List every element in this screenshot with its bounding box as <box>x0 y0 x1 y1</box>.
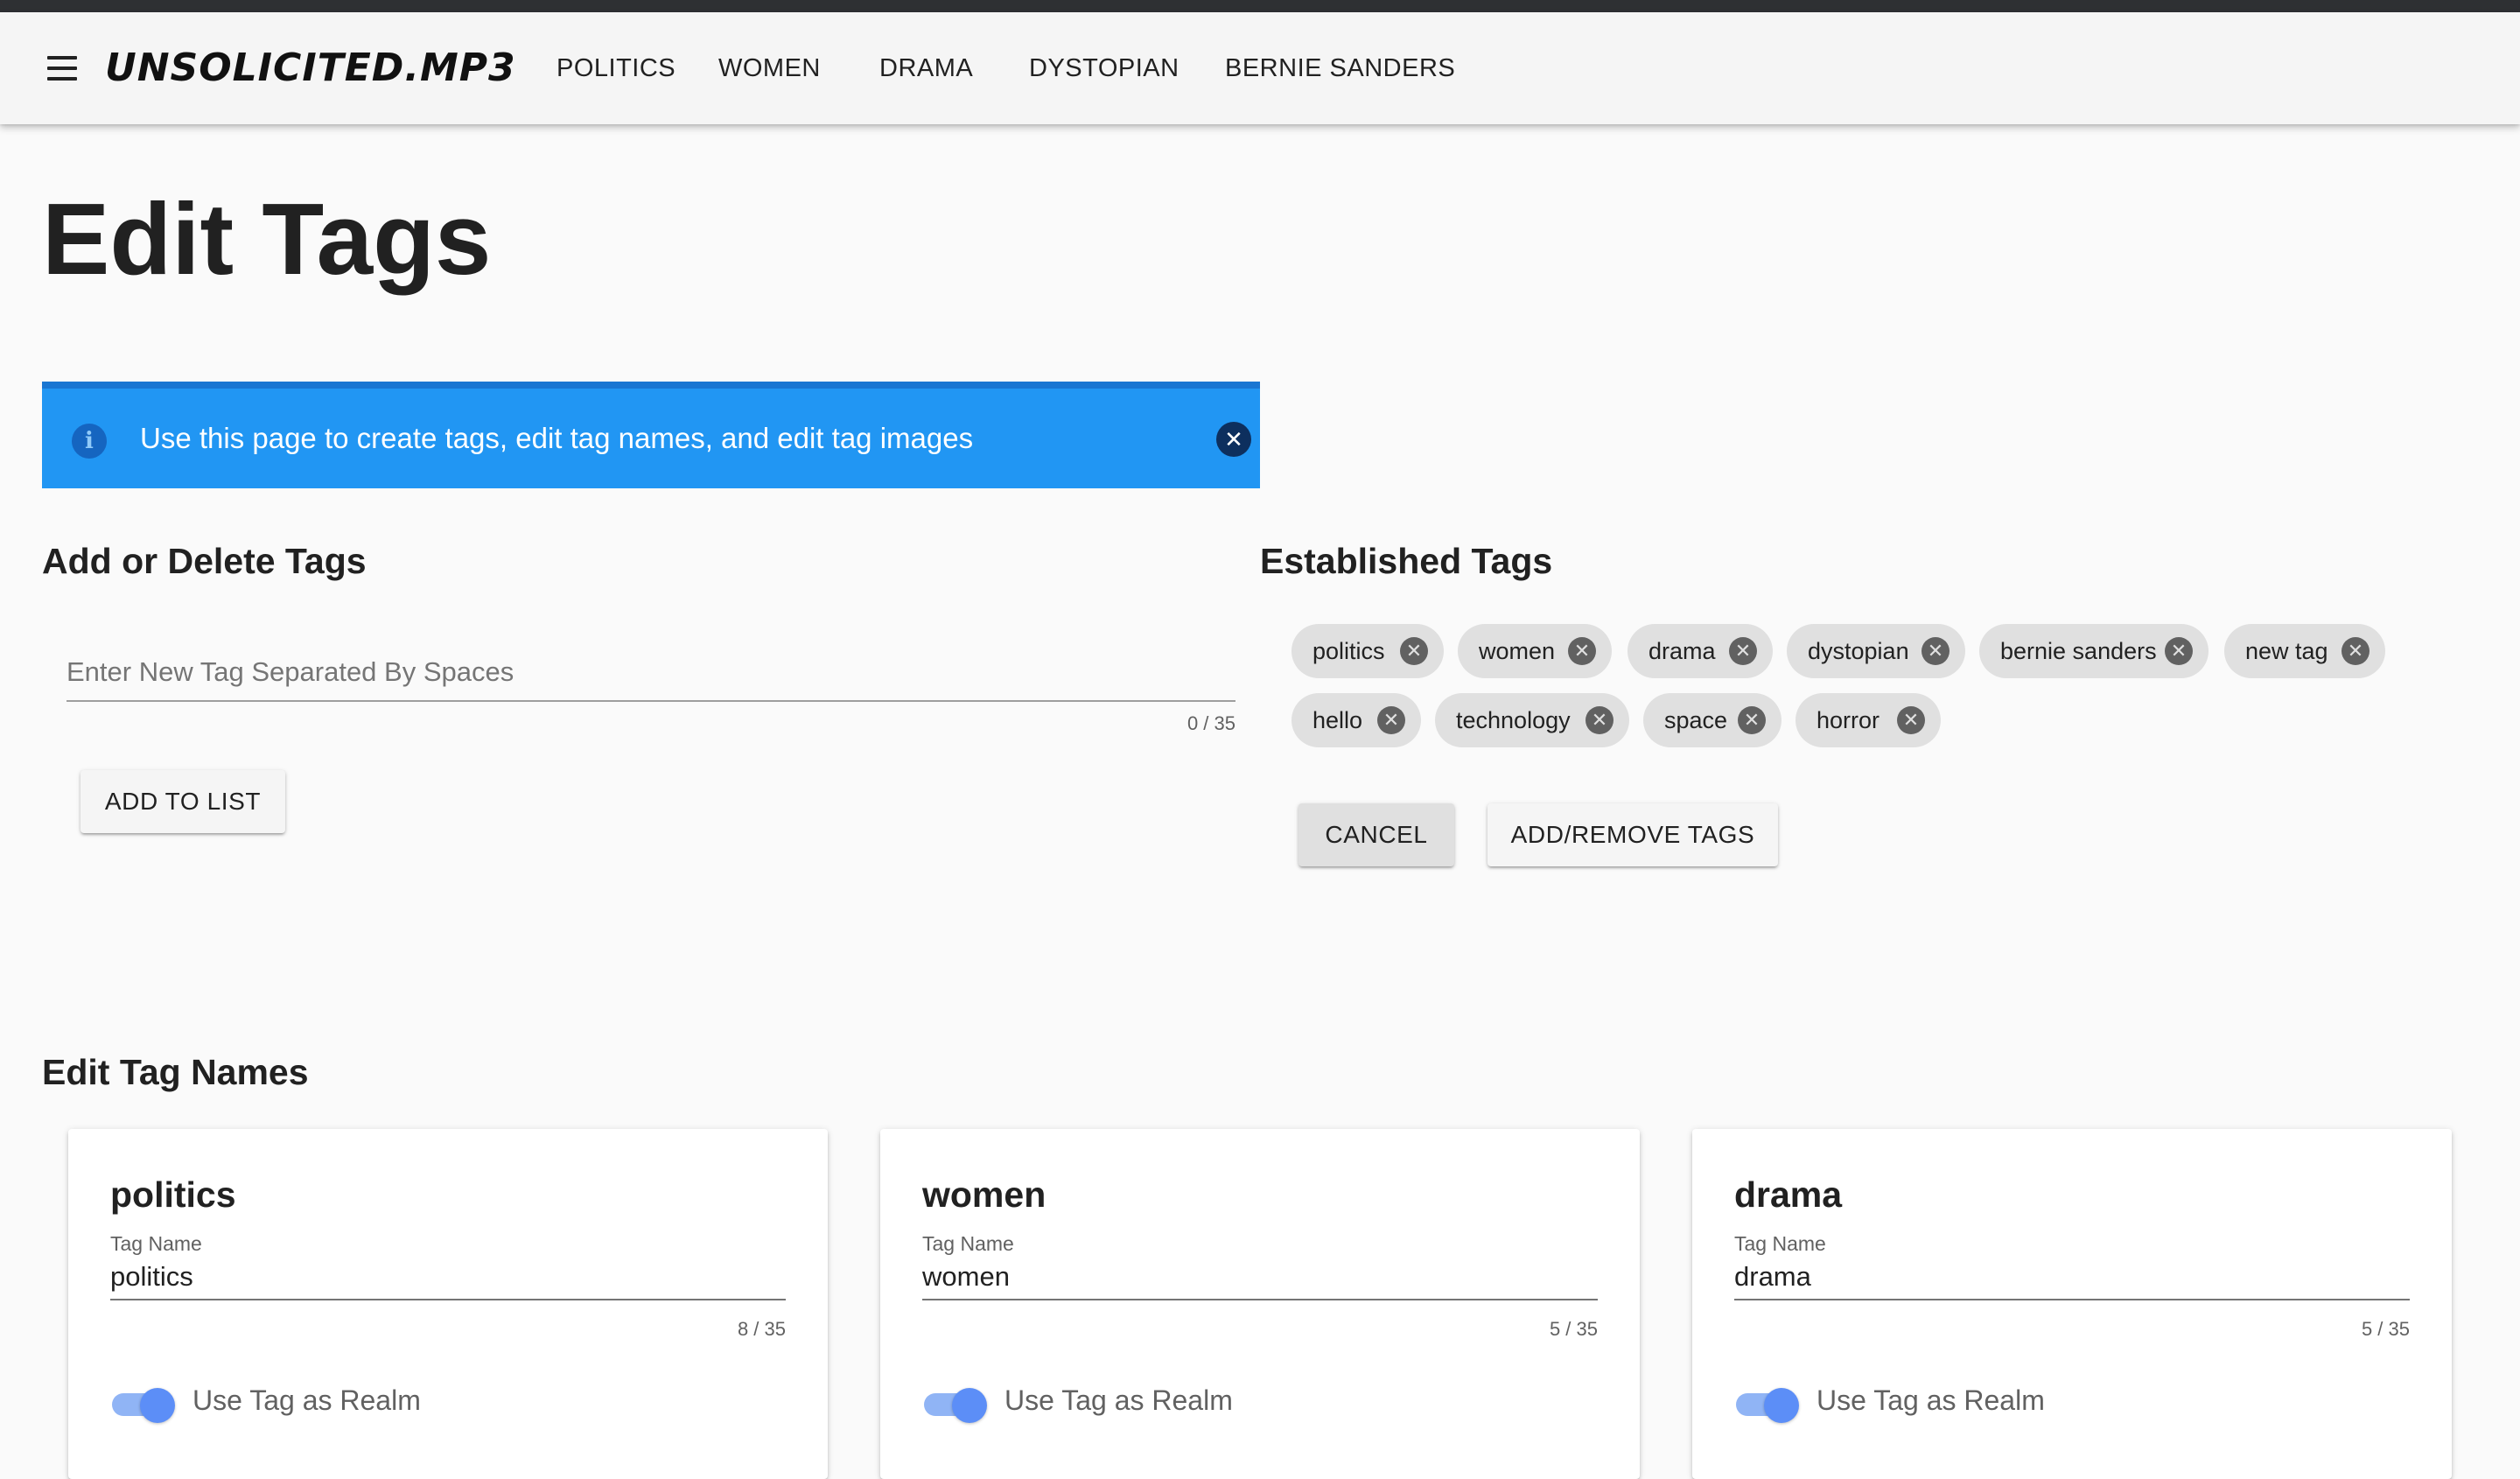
new-tag-counter: 0 / 35 <box>1186 712 1236 734</box>
nav-link-politics[interactable]: POLITICS <box>556 54 676 83</box>
remove-tag-icon[interactable]: ✕ <box>1922 637 1950 665</box>
remove-tag-icon[interactable]: ✕ <box>1568 637 1596 665</box>
tag-card: politics Tag Name 8 / 35 Use Tag as Real… <box>68 1129 828 1479</box>
remove-tag-icon[interactable]: ✕ <box>1897 706 1925 734</box>
established-tags-heading: Established Tags <box>1260 541 1553 581</box>
tag-chip: technology ✕ <box>1435 693 1629 747</box>
add-to-list-button[interactable]: ADD TO LIST <box>80 770 285 833</box>
nav-link-bernie-sanders[interactable]: BERNIE SANDERS <box>1225 54 1455 83</box>
tag-chip-label: drama <box>1648 638 1716 664</box>
add-remove-tags-button[interactable]: ADD/REMOVE TAGS <box>1488 803 1778 866</box>
toggle-thumb <box>952 1388 987 1423</box>
toggle-label: Use Tag as Realm <box>1816 1384 2045 1416</box>
hamburger-menu-icon[interactable] <box>44 54 80 84</box>
tag-name-label: Tag Name <box>110 1232 202 1255</box>
tag-name-label: Tag Name <box>1734 1232 1826 1255</box>
remove-tag-icon[interactable]: ✕ <box>1377 706 1405 734</box>
remove-tag-icon[interactable]: ✕ <box>1729 637 1757 665</box>
browser-top-strip <box>0 0 2520 12</box>
tag-card: drama Tag Name 5 / 35 Use Tag as Realm <box>1692 1129 2452 1479</box>
alert-message: Use this page to create tags, edit tag n… <box>140 422 974 454</box>
tag-chip-label: space <box>1664 707 1728 733</box>
toggle-thumb <box>1764 1388 1799 1423</box>
remove-tag-icon[interactable]: ✕ <box>2165 637 2193 665</box>
nav-link-drama[interactable]: DRAMA <box>879 54 973 83</box>
tag-chip: new tag ✕ <box>2224 624 2385 678</box>
cancel-button[interactable]: CANCEL <box>1298 803 1454 866</box>
tag-card-title: drama <box>1734 1174 1843 1215</box>
tag-chip-label: horror <box>1816 707 1880 733</box>
tag-chip-label: bernie sanders <box>2000 638 2157 664</box>
tag-name-input[interactable] <box>922 1257 1598 1297</box>
tag-chip-label: dystopian <box>1808 638 1909 664</box>
edit-tag-names-heading: Edit Tag Names <box>42 1052 309 1092</box>
tag-chip: politics ✕ <box>1292 624 1444 678</box>
nav-link-dystopian[interactable]: DYSTOPIAN <box>1029 54 1180 83</box>
tag-chip: drama ✕ <box>1628 624 1773 678</box>
close-icon[interactable]: ✕ <box>1216 422 1251 457</box>
nav-link-women[interactable]: WOMEN <box>718 54 821 83</box>
tag-chip-label: politics <box>1312 638 1385 664</box>
toggle-thumb <box>140 1388 175 1423</box>
use-as-realm-toggle[interactable] <box>922 1386 987 1425</box>
tag-card-title: women <box>922 1174 1046 1215</box>
tag-chip: women ✕ <box>1458 624 1612 678</box>
tag-name-counter: 5 / 35 <box>2361 1318 2410 1340</box>
use-as-realm-toggle[interactable] <box>1734 1386 1799 1425</box>
info-alert: i Use this page to create tags, edit tag… <box>42 382 1260 488</box>
app-bar: UNSOLICITED.MP3 POLITICS WOMEN DRAMA DYS… <box>0 12 2520 124</box>
tag-chip-label: new tag <box>2245 638 2328 664</box>
tag-chip: bernie sanders ✕ <box>1979 624 2208 678</box>
toggle-label: Use Tag as Realm <box>1004 1384 1233 1416</box>
tag-name-field <box>1734 1257 2410 1300</box>
tag-card-title: politics <box>110 1174 236 1215</box>
info-icon: i <box>72 424 107 459</box>
toggle-label: Use Tag as Realm <box>192 1384 421 1416</box>
tag-name-field <box>110 1257 786 1300</box>
tag-name-counter: 5 / 35 <box>1549 1318 1598 1340</box>
site-logo[interactable]: UNSOLICITED.MP3 <box>105 46 516 98</box>
new-tag-field <box>66 646 1236 702</box>
remove-tag-icon[interactable]: ✕ <box>2342 637 2370 665</box>
tag-chip: hello ✕ <box>1292 693 1421 747</box>
tag-chip: dystopian ✕ <box>1787 624 1965 678</box>
tag-name-counter: 8 / 35 <box>737 1318 786 1340</box>
remove-tag-icon[interactable]: ✕ <box>1586 706 1614 734</box>
page-title: Edit Tags <box>42 182 492 296</box>
tag-card: women Tag Name 5 / 35 Use Tag as Realm <box>880 1129 1640 1479</box>
tag-chip-label: technology <box>1456 707 1571 733</box>
tag-name-input[interactable] <box>110 1257 786 1297</box>
remove-tag-icon[interactable]: ✕ <box>1400 637 1428 665</box>
tag-name-label: Tag Name <box>922 1232 1014 1255</box>
tag-chip-label: women <box>1479 638 1556 664</box>
use-as-realm-toggle[interactable] <box>110 1386 175 1425</box>
tag-chip: space ✕ <box>1643 693 1782 747</box>
tag-chip: horror ✕ <box>1796 693 1941 747</box>
remove-tag-icon[interactable]: ✕ <box>1738 706 1766 734</box>
new-tag-input[interactable] <box>66 646 1236 698</box>
add-delete-tags-heading: Add or Delete Tags <box>42 541 367 581</box>
tag-name-field <box>922 1257 1598 1300</box>
tag-chip-label: hello <box>1312 707 1363 733</box>
tag-name-input[interactable] <box>1734 1257 2410 1297</box>
